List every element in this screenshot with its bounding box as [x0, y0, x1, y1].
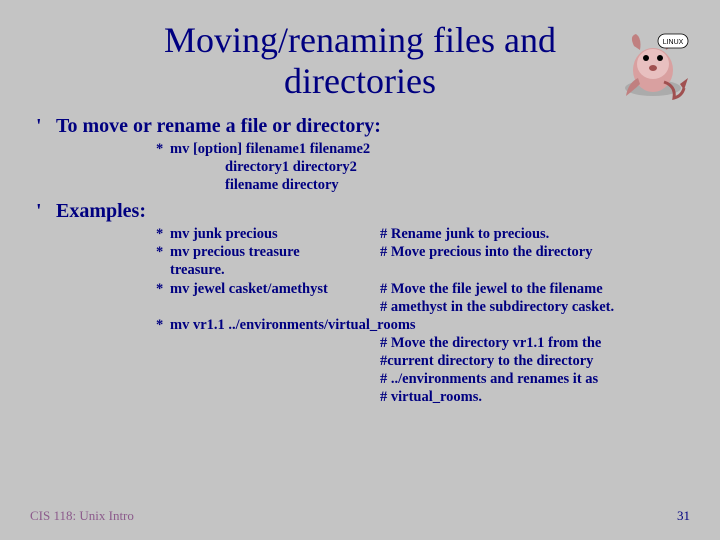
slide-title: Moving/renaming files and directories — [30, 20, 690, 103]
section-heading-1: To move or rename a file or directory: — [56, 115, 381, 138]
star-bullet: * — [156, 140, 170, 158]
section-examples: ' Examples: * mv junk precious # Rename … — [36, 200, 690, 406]
example-comment: # Move the directory vr1.1 from the — [380, 334, 690, 352]
example-cmd: mv jewel casket/amethyst — [170, 280, 380, 298]
star-bullet: * — [156, 280, 170, 298]
example-comment: # ../environments and renames it as — [380, 370, 690, 388]
bullet-marker: ' — [36, 200, 44, 223]
section-syntax: ' To move or rename a file or directory:… — [36, 115, 690, 194]
example-cmd: mv junk precious — [170, 225, 380, 243]
star-bullet: * — [156, 243, 170, 261]
example-comment: # Move the file jewel to the filename — [380, 280, 690, 298]
linux-mascot-icon: LINUX — [614, 28, 692, 106]
syntax-line-2: directory1 directory2 — [225, 158, 357, 176]
footer-course: CIS 118: Unix Intro — [30, 508, 134, 524]
example-cmd: mv precious treasure — [170, 243, 380, 261]
section-heading-2: Examples: — [56, 200, 146, 223]
example-comment: # Move precious into the directory — [380, 243, 690, 261]
svg-text:LINUX: LINUX — [663, 39, 684, 46]
slide-footer: CIS 118: Unix Intro 31 — [30, 508, 690, 524]
example-cmd-cont: treasure. — [170, 261, 380, 279]
bullet-marker: ' — [36, 115, 44, 138]
title-line-2: directories — [284, 61, 436, 101]
title-line-1: Moving/renaming files and — [164, 20, 556, 60]
star-bullet: * — [156, 316, 170, 334]
example-cmd: mv vr1.1 ../environments/virtual_rooms — [170, 316, 416, 334]
footer-page-number: 31 — [677, 508, 690, 524]
example-comment: # virtual_rooms. — [380, 388, 690, 406]
syntax-line-3: filename directory — [225, 176, 339, 194]
example-comment: #current directory to the directory — [380, 352, 690, 370]
star-bullet: * — [156, 225, 170, 243]
syntax-line-1: mv [option] filename1 filename2 — [170, 140, 370, 158]
example-comment: # Rename junk to precious. — [380, 225, 690, 243]
example-comment: # amethyst in the subdirectory casket. — [380, 298, 690, 316]
